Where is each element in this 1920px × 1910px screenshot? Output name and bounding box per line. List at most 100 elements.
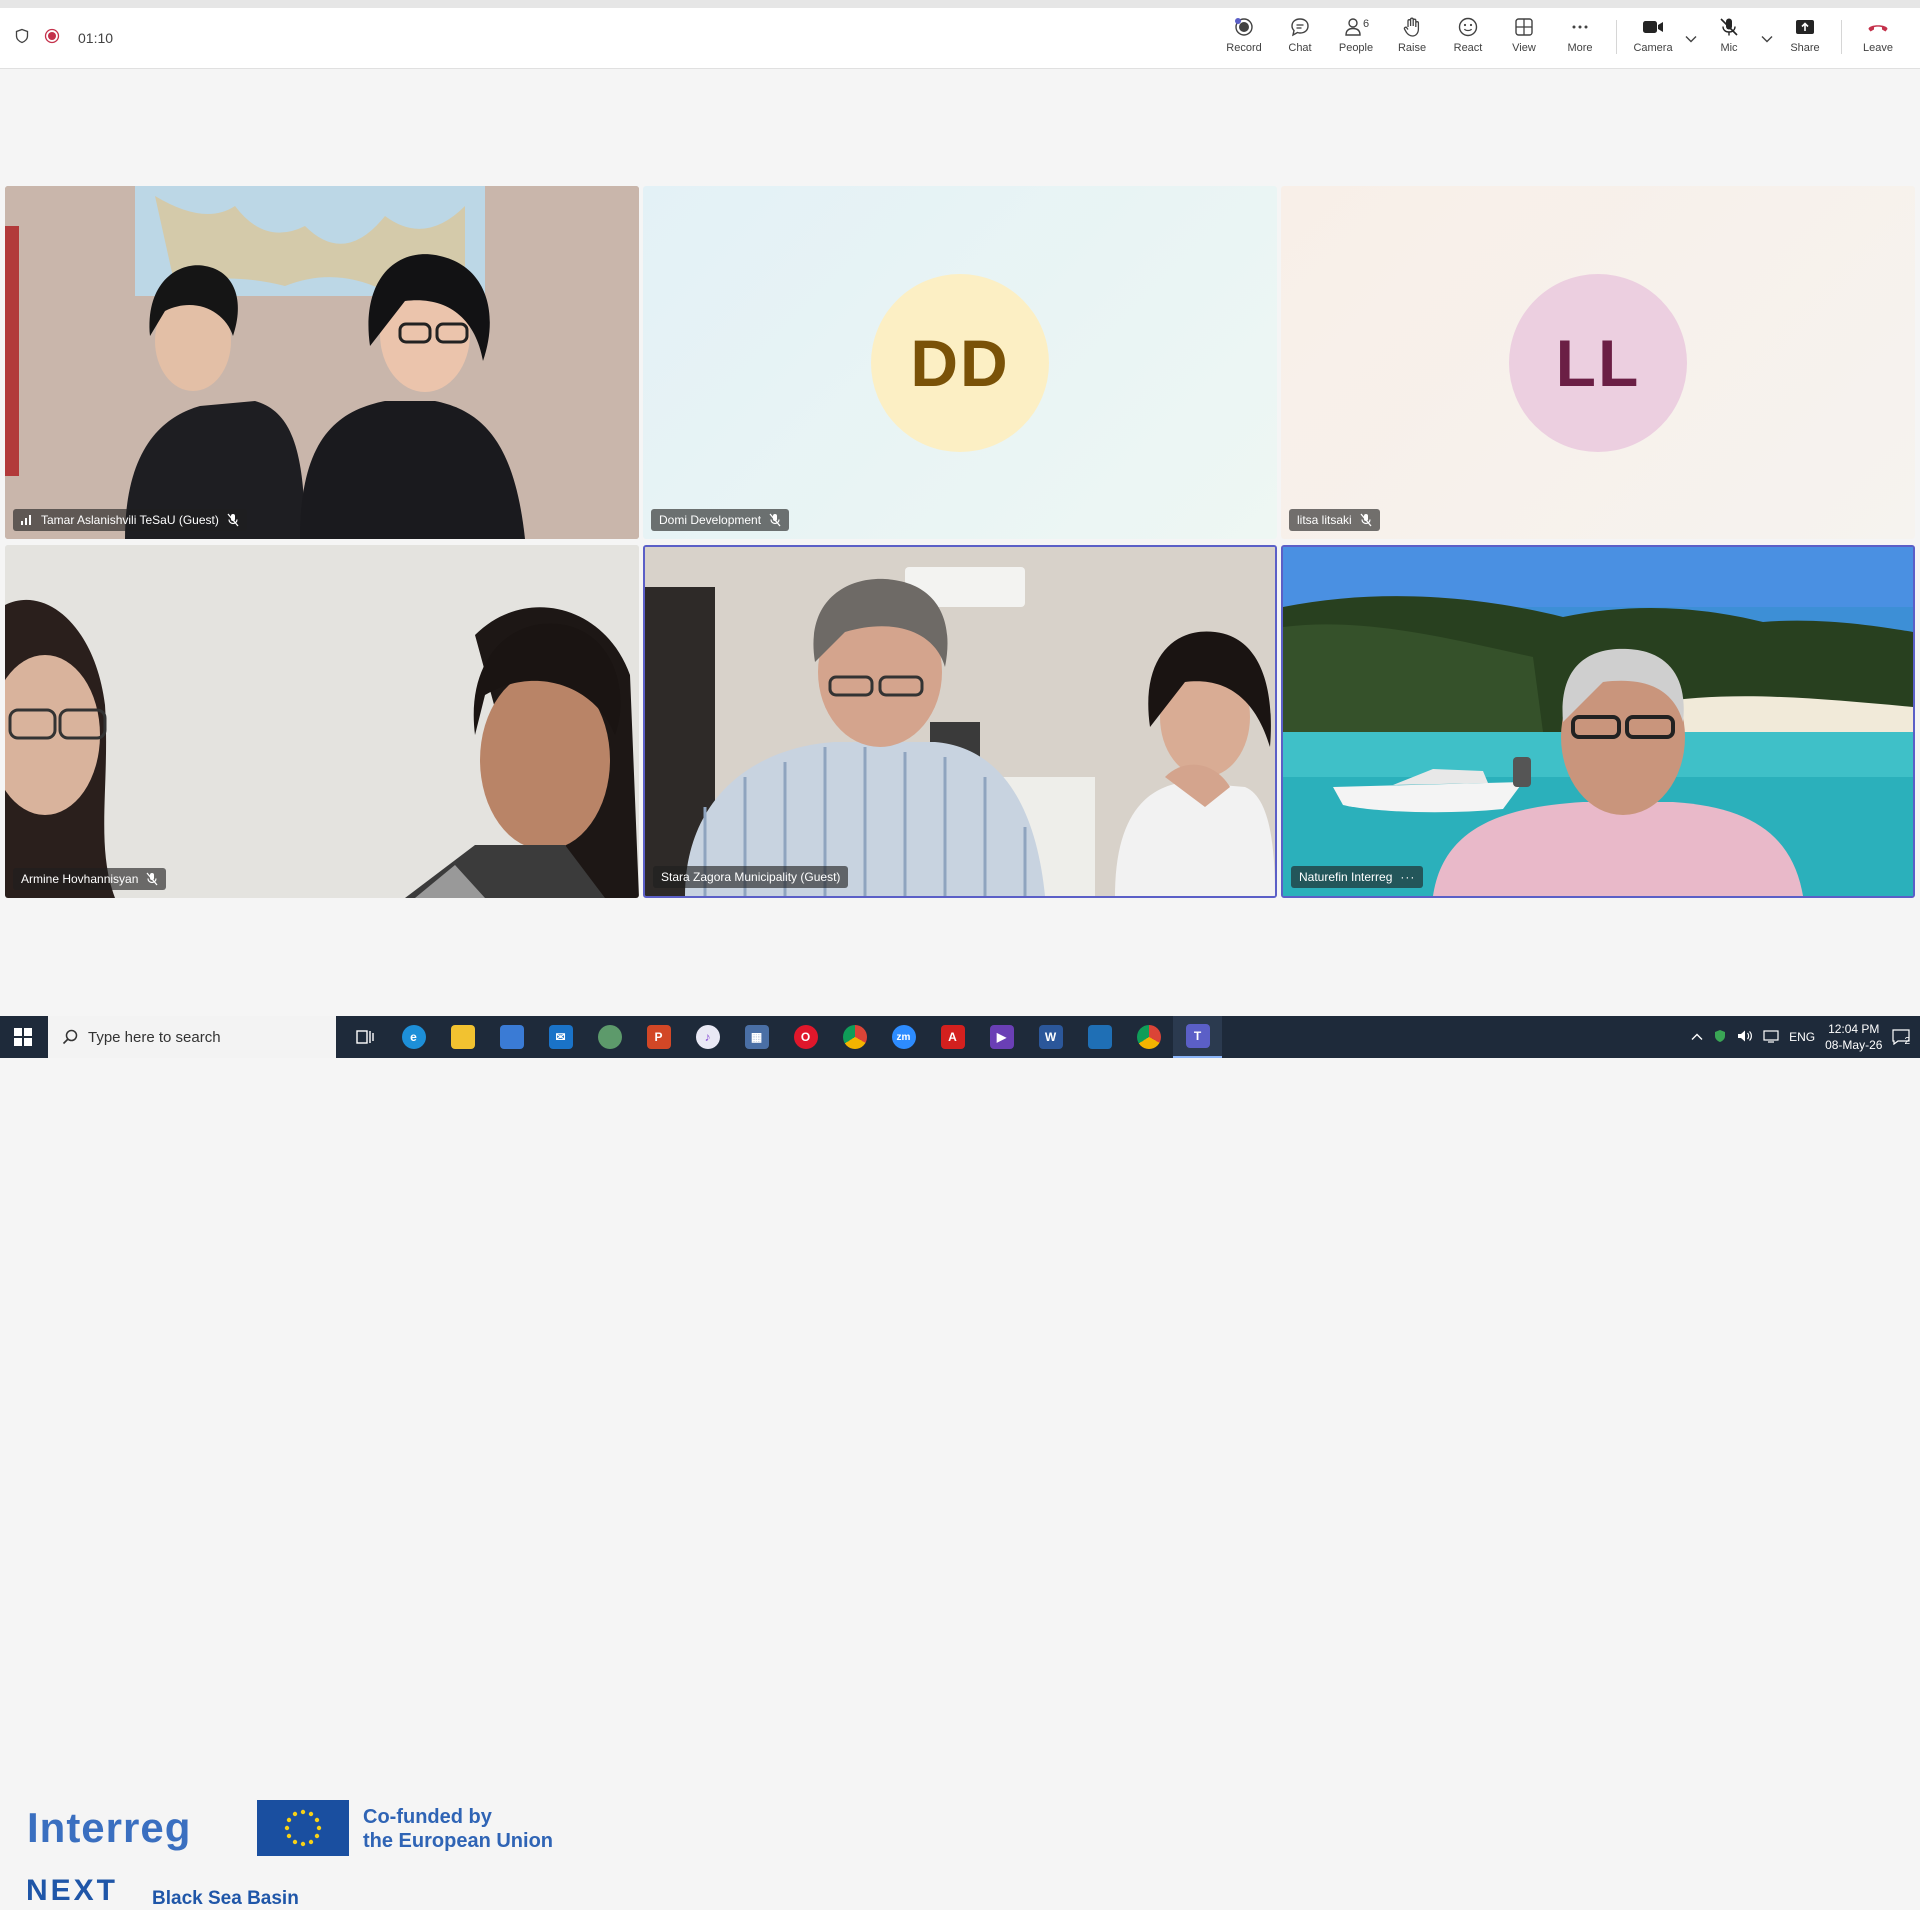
taskbar-app-opera[interactable]: O <box>781 1016 830 1058</box>
taskbar-app-mail[interactable]: ✉ <box>536 1016 585 1058</box>
raise-hand-button[interactable]: Raise <box>1384 14 1440 64</box>
grid-view-icon <box>1513 14 1535 40</box>
clock-date: 08-May-26 <box>1825 1038 1883 1052</box>
participant-name-tag: Tamar Aslanishvili TeSaU (Guest) <box>13 509 247 531</box>
share-label: Share <box>1790 42 1820 54</box>
participant-tile[interactable]: Naturefin Interreg ··· <box>1281 545 1915 898</box>
acrobat-icon: A <box>940 1025 965 1049</box>
participant-name: Armine Hovhannisyan <box>21 872 139 886</box>
participant-name: litsa litsaki <box>1297 513 1352 527</box>
taskbar-app-globe[interactable] <box>585 1016 634 1058</box>
muted-mic-icon <box>1360 513 1372 527</box>
leave-label: Leave <box>1863 42 1893 54</box>
participant-name-tag: Armine Hovhannisyan <box>13 868 167 890</box>
share-icon <box>1794 14 1816 40</box>
camera-options-chevron[interactable] <box>1681 14 1701 64</box>
taskbar-app-teams[interactable]: T <box>1173 1016 1222 1058</box>
taskbar-app-music[interactable]: ♪ <box>683 1016 732 1058</box>
mic-off-icon <box>1718 14 1740 40</box>
search-placeholder: Type here to search <box>88 1028 221 1046</box>
notification-count: 2 <box>1904 1035 1910 1047</box>
windows-logo-icon <box>14 1028 32 1046</box>
mic-label: Mic <box>1720 42 1738 54</box>
taskbar-app-acrobat[interactable]: A <box>928 1016 977 1058</box>
meeting-timer: 01:10 <box>78 30 114 46</box>
smiley-icon <box>1457 14 1479 40</box>
participant-tile[interactable]: Tamar Aslanishvili TeSaU (Guest) <box>5 186 639 539</box>
meeting-status: 01:10 <box>14 8 113 68</box>
chat-button[interactable]: Chat <box>1272 14 1328 64</box>
leave-button[interactable]: Leave <box>1850 14 1906 64</box>
avatar-initials: DD <box>910 326 1010 400</box>
taskbar-app-chrome-profile[interactable] <box>1124 1016 1173 1058</box>
muted-mic-icon <box>146 872 158 886</box>
input-language[interactable]: ENG <box>1789 1030 1815 1044</box>
mic-button[interactable]: Mic <box>1701 14 1757 64</box>
participant-name-tag: litsa litsaki <box>1289 509 1380 531</box>
view-label: View <box>1512 42 1536 54</box>
taskbar-app-remote[interactable] <box>1075 1016 1124 1058</box>
avatar: LL <box>1509 274 1687 452</box>
notifications-button[interactable]: 2 <box>1892 1028 1911 1047</box>
share-button[interactable]: Share <box>1777 14 1833 64</box>
mic-options-chevron[interactable] <box>1757 14 1777 64</box>
video-feed <box>1283 547 1913 896</box>
participant-tile[interactable]: LL litsa litsaki <box>1281 186 1915 539</box>
taskbar-app-word[interactable]: W <box>1026 1016 1075 1058</box>
security-shield-icon[interactable] <box>1713 1029 1727 1046</box>
globe-icon <box>597 1025 622 1049</box>
cofunded-line-1: Co-funded by <box>363 1806 492 1828</box>
word-icon: W <box>1038 1025 1063 1049</box>
project-banner: Interreg Co-funded by the European Union… <box>0 896 1920 1909</box>
view-button[interactable]: View <box>1496 14 1552 64</box>
muted-mic-icon <box>227 513 239 527</box>
more-button[interactable]: More <box>1552 14 1608 64</box>
participant-tile[interactable]: Stara Zagora Municipality (Guest) <box>643 545 1277 898</box>
taskbar-app-store[interactable] <box>487 1016 536 1058</box>
shield-icon <box>14 28 30 49</box>
volume-icon[interactable] <box>1737 1029 1753 1046</box>
music-icon: ♪ <box>695 1025 720 1049</box>
chrome-icon <box>1136 1025 1161 1049</box>
participant-tile[interactable]: Armine Hovhannisyan <box>5 545 639 898</box>
store-icon <box>499 1025 524 1049</box>
react-button[interactable]: React <box>1440 14 1496 64</box>
participant-name: Tamar Aslanishvili TeSaU (Guest) <box>41 513 219 527</box>
clock-time: 12:04 PM <box>1828 1022 1880 1036</box>
network-icon[interactable] <box>1763 1029 1779 1046</box>
start-button[interactable] <box>0 1016 46 1058</box>
zoom-icon: zm <box>891 1025 916 1049</box>
video-feed <box>5 545 639 898</box>
more-icon <box>1569 14 1591 40</box>
raise-label: Raise <box>1397 42 1427 54</box>
taskbar-app-chrome[interactable] <box>830 1016 879 1058</box>
people-button[interactable]: 6 People <box>1328 14 1384 64</box>
task-view-button[interactable] <box>340 1016 389 1058</box>
windows-taskbar: Type here to search e ✉ P ♪ ▦ O zm A ▶ W… <box>0 1016 1920 1058</box>
chat-label: Chat <box>1288 42 1312 54</box>
record-button[interactable]: Record <box>1216 14 1272 64</box>
react-label: React <box>1453 42 1483 54</box>
recording-icon <box>44 28 60 49</box>
taskbar-app-file-explorer[interactable] <box>438 1016 487 1058</box>
taskbar-app-calculator[interactable]: ▦ <box>732 1016 781 1058</box>
participant-tile[interactable]: DD Domi Development <box>643 186 1277 539</box>
more-options-icon[interactable]: ··· <box>1400 870 1415 884</box>
cofunded-line-2: the European Union <box>363 1830 553 1852</box>
powerpoint-icon: P <box>646 1025 671 1049</box>
taskbar-app-edge[interactable]: e <box>389 1016 438 1058</box>
taskbar-app-visual-studio[interactable]: ▶ <box>977 1016 1026 1058</box>
black-sea-basin-text: Black Sea Basin <box>152 1888 299 1909</box>
taskbar-app-zoom[interactable]: zm <box>879 1016 928 1058</box>
system-clock[interactable]: 12:04 PM 08-May-26 <box>1825 1021 1882 1053</box>
taskbar-app-powerpoint[interactable]: P <box>634 1016 683 1058</box>
task-view-icon <box>355 1030 374 1044</box>
camera-button[interactable]: Camera <box>1625 14 1681 64</box>
camera-icon <box>1641 14 1665 40</box>
visual-studio-icon: ▶ <box>989 1025 1014 1049</box>
muted-mic-icon <box>769 513 781 527</box>
chevron-up-icon[interactable] <box>1691 1030 1703 1044</box>
participant-name-tag: Stara Zagora Municipality (Guest) <box>653 866 849 888</box>
taskbar-search-box[interactable]: Type here to search <box>48 1016 336 1058</box>
hand-icon <box>1401 14 1423 40</box>
